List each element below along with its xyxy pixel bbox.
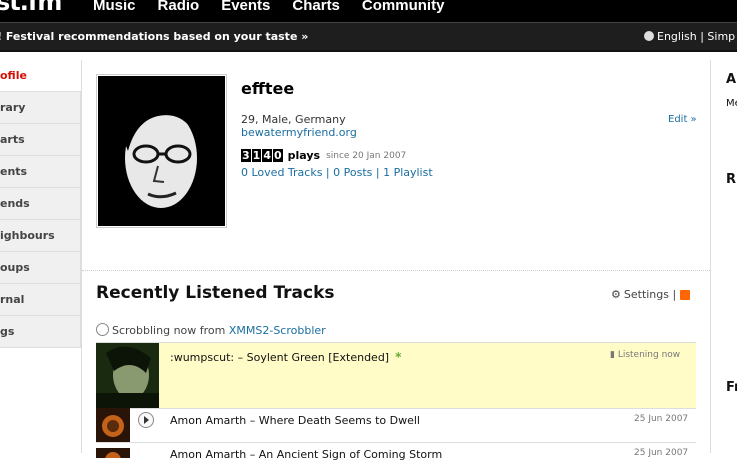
right-heading-a: A (726, 72, 737, 87)
plays-since: since 20 Jan 2007 (326, 150, 407, 161)
festival-recommendations-link[interactable]: ! Festival recommendations based on your… (0, 30, 308, 43)
sidebar-item-groups[interactable]: oups (0, 252, 81, 284)
plays-label: plays (287, 149, 321, 162)
now-playing-track[interactable]: :wumpscut: – Soylent Green [Extended] * (170, 350, 401, 364)
nav-music[interactable]: Music (93, 0, 136, 14)
recent-tracks-title: Recently Listened Tracks (96, 283, 335, 303)
equalizer-icon: ▮ (610, 350, 615, 360)
now-playing-title[interactable]: :wumpscut: – Soylent Green [Extended] (170, 351, 389, 364)
track-date: 25 Jun 2007 (634, 448, 689, 458)
top-bar: st.fm Music Radio Events Charts Communit… (0, 0, 737, 22)
right-heading-f: Fr (726, 380, 737, 395)
scrobbler-link[interactable]: XMMS2-Scrobbler (229, 324, 326, 337)
globe-icon (644, 31, 654, 41)
track-row[interactable]: Amon Amarth – An Ancient Sign of Coming … (96, 443, 696, 462)
play-count-digit: 0 (272, 149, 283, 162)
scrobbling-status: Scrobbling now from XMMS2-Scrobbler (96, 323, 326, 337)
loved-star-icon: * (395, 350, 402, 364)
album-art[interactable] (96, 343, 159, 408)
sidebar-item-charts[interactable]: arts (0, 124, 81, 156)
play-count-digit: 4 (262, 149, 272, 162)
language-selector[interactable]: English | Simp (644, 30, 735, 43)
lastfm-logo[interactable]: st.fm (0, 0, 62, 16)
track-title[interactable]: Amon Amarth – An Ancient Sign of Coming … (170, 448, 442, 461)
album-art[interactable] (96, 443, 130, 462)
nav-charts[interactable]: Charts (292, 0, 340, 14)
listening-now-badge: ▮ Listening now (610, 350, 680, 360)
play-count-digit: 3 (241, 149, 251, 162)
sidebar-item-events[interactable]: ents (0, 156, 81, 188)
gear-icon: ⚙ (611, 288, 621, 301)
recent-tracks-settings[interactable]: ⚙ Settings | (611, 288, 691, 301)
sidebar-item-tags[interactable]: gs (0, 316, 81, 348)
right-heading-r: R (726, 172, 737, 187)
language-list[interactable]: English | Simp (657, 30, 735, 43)
sidebar-item-library[interactable]: rary (0, 92, 81, 124)
track-date: 25 Jun 2007 (634, 414, 689, 424)
rss-icon[interactable] (680, 289, 691, 300)
main-nav: Music Radio Events Charts Community (93, 0, 466, 14)
album-art[interactable] (96, 408, 130, 442)
play-count: 3 1 4 0 plays since 20 Jan 2007 (241, 149, 406, 162)
right-divider (710, 60, 711, 453)
profile-details: 29, Male, Germany (241, 113, 346, 126)
scrobble-icon (96, 323, 109, 336)
sidebar-item-friends[interactable]: ends (0, 188, 81, 220)
user-avatar[interactable] (96, 74, 227, 228)
right-text-m: Me (726, 98, 737, 109)
play-count-digit: 1 (251, 149, 262, 162)
section-divider (82, 270, 710, 272)
nav-radio[interactable]: Radio (158, 0, 200, 14)
profile-sidebar: ofile rary arts ents ends ighbours oups … (0, 60, 81, 348)
sidebar-item-neighbours[interactable]: ighbours (0, 220, 81, 252)
play-button[interactable] (138, 412, 154, 428)
track-row[interactable]: Amon Amarth – Where Death Seems to Dwell… (96, 408, 696, 443)
sidebar-item-profile[interactable]: ofile (0, 60, 81, 92)
profile-username: efftee (241, 79, 295, 98)
promo-banner: ! Festival recommendations based on your… (0, 22, 737, 52)
edit-profile-link[interactable]: Edit » (668, 114, 697, 125)
now-playing-row[interactable]: :wumpscut: – Soylent Green [Extended] * ▮… (96, 342, 696, 409)
nav-events[interactable]: Events (221, 0, 270, 14)
profile-website-link[interactable]: bewatermyfriend.org (241, 126, 357, 139)
main-divider (81, 60, 82, 453)
nav-community[interactable]: Community (362, 0, 445, 14)
sidebar-item-journal[interactable]: rnal (0, 284, 81, 316)
scrobbling-prefix: Scrobbling now from (112, 324, 229, 337)
track-title[interactable]: Amon Amarth – Where Death Seems to Dwell (170, 414, 420, 427)
profile-stats-links[interactable]: 0 Loved Tracks | 0 Posts | 1 Playlist (241, 166, 433, 179)
settings-link[interactable]: Settings | (624, 288, 676, 301)
listening-now-label: Listening now (617, 350, 681, 360)
